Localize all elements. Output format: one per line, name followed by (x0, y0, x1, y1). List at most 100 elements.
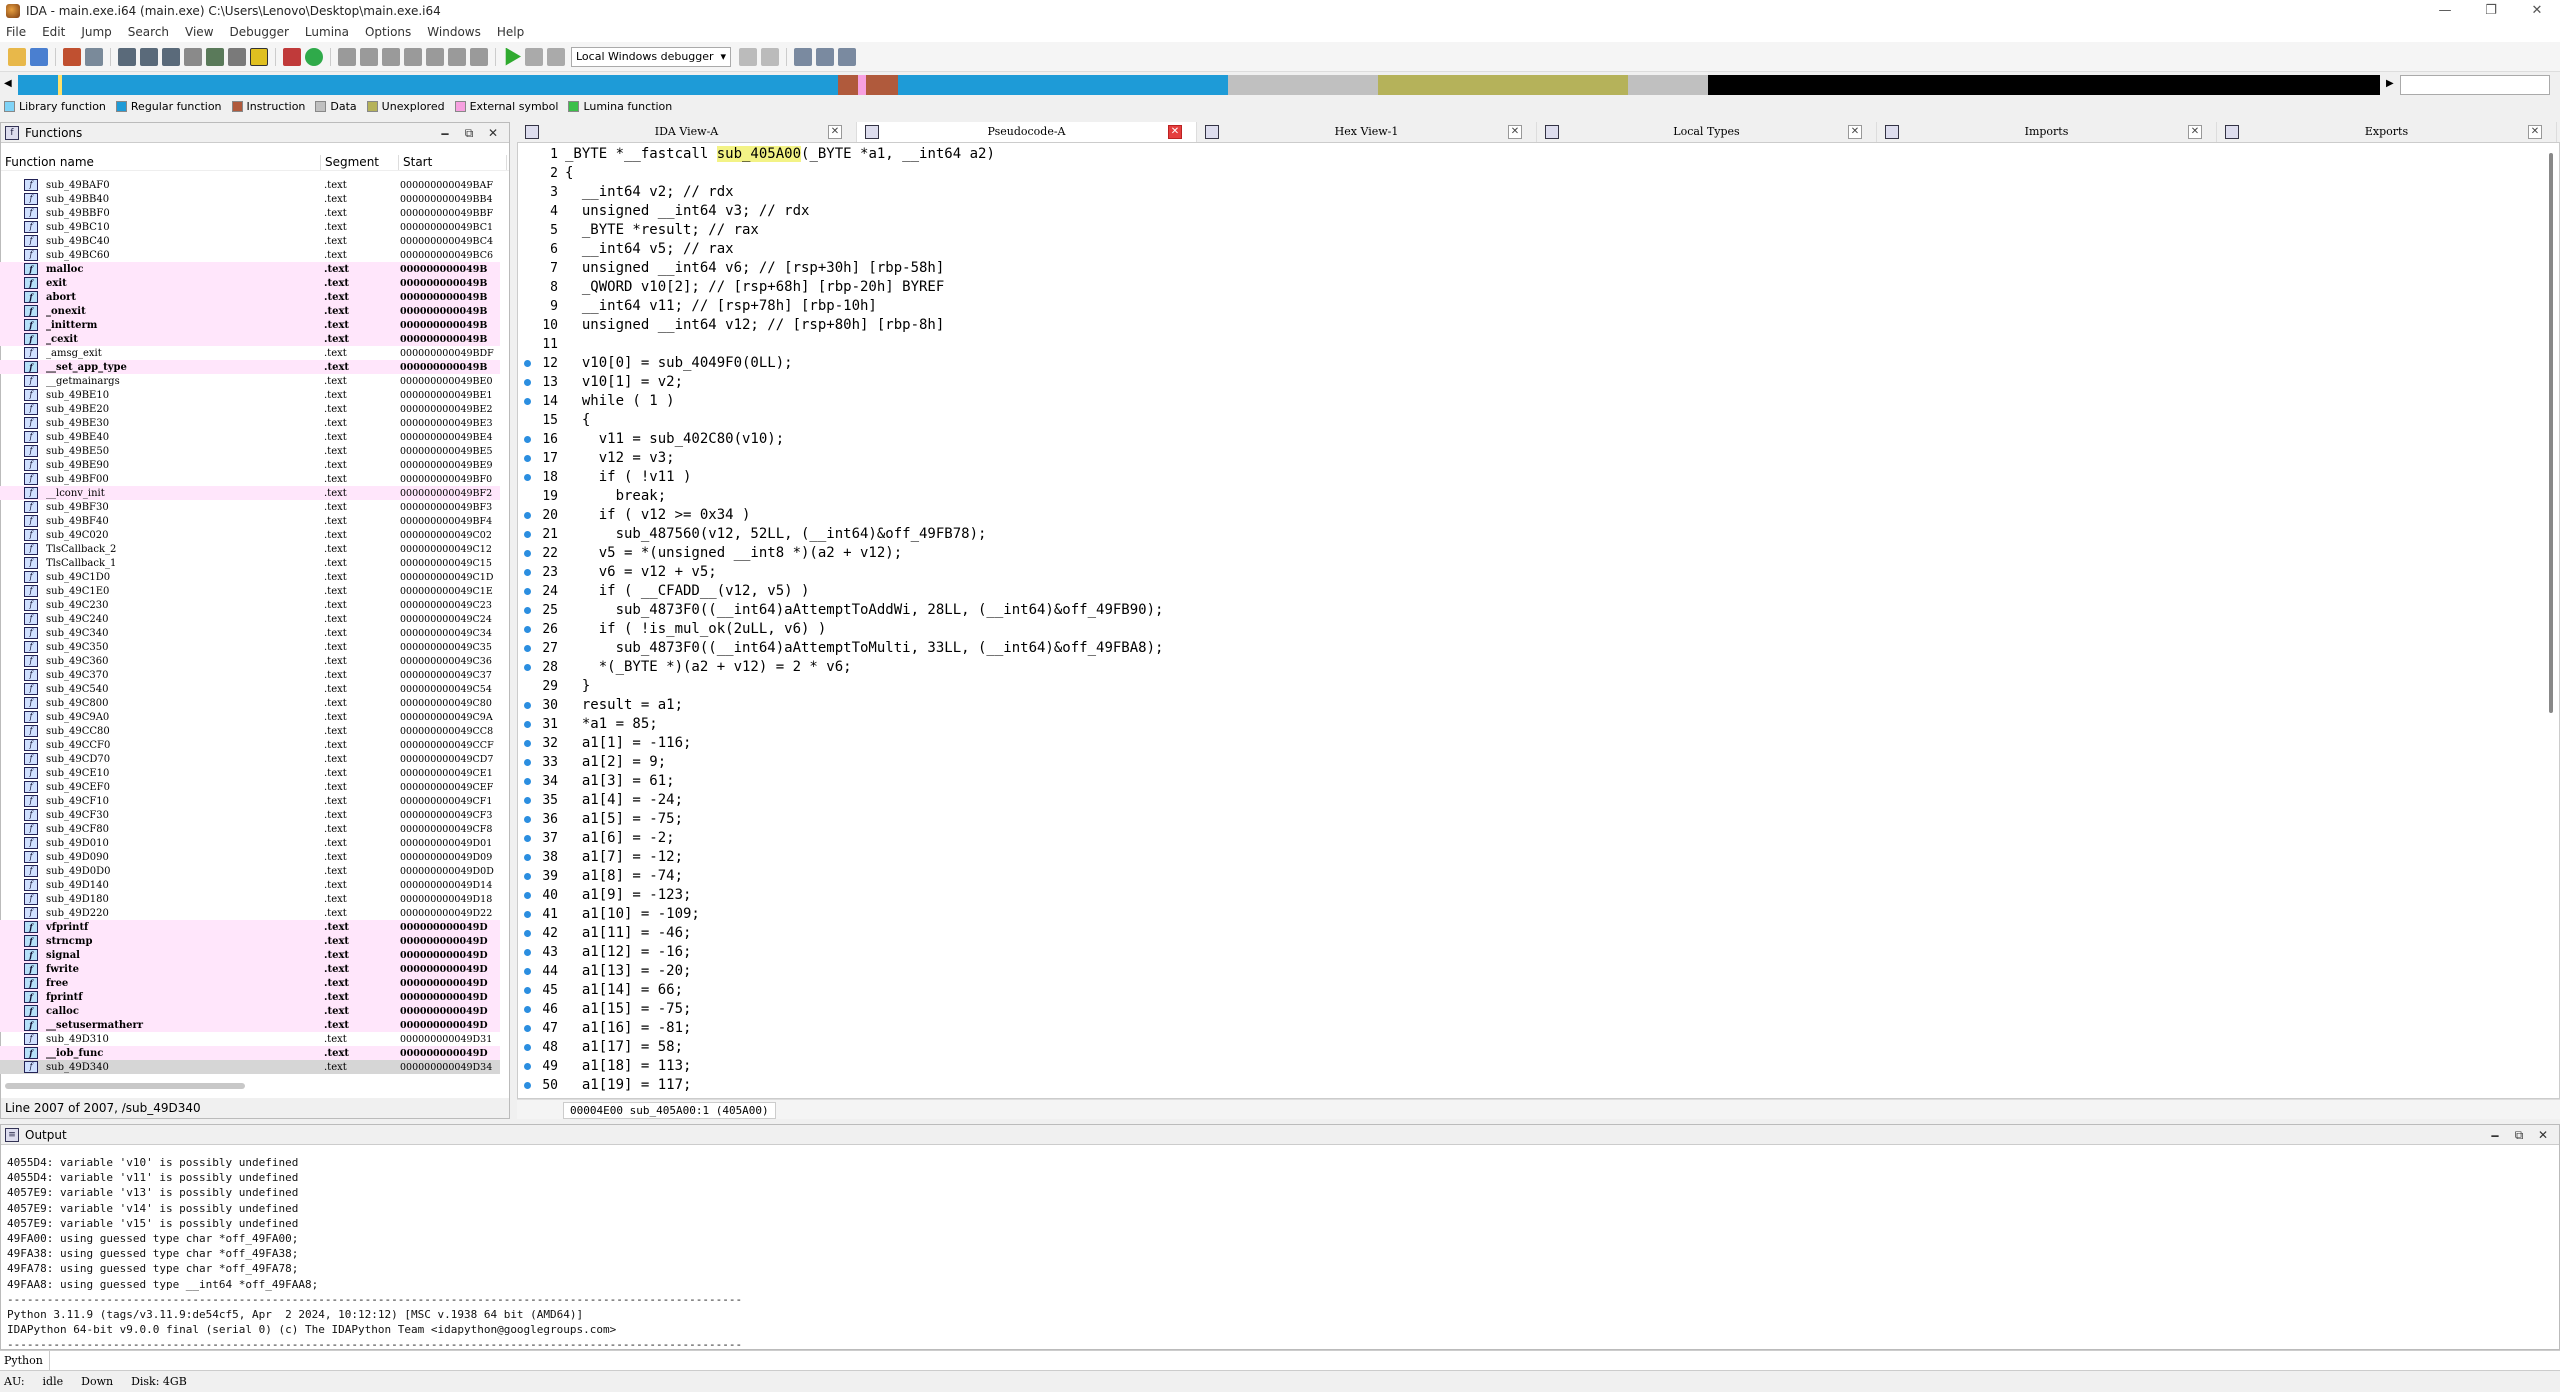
menu-lumina[interactable]: Lumina (305, 25, 349, 39)
function-row[interactable]: fsub_49C1D0.text000000000049C1D (0, 570, 500, 584)
forward-arrow-icon[interactable] (85, 48, 103, 66)
code-line[interactable]: 1_BYTE *__fastcall sub_405A00(_BYTE *a1,… (518, 145, 2528, 164)
function-row[interactable]: f__getmainargs.text000000000049BE0 (0, 374, 500, 388)
minimize-panel-icon[interactable]: 🗕 (433, 123, 457, 143)
nav-left-arrow-icon[interactable]: ◀ (4, 78, 12, 89)
close-tab-icon[interactable]: ✕ (2528, 125, 2542, 139)
close-panel-icon[interactable]: ✕ (481, 123, 505, 143)
function-row[interactable]: fsub_49BF40.text000000000049BF4 (0, 514, 500, 528)
column-segment[interactable]: Segment (321, 155, 399, 170)
code-line[interactable]: 31 *a1 = 85; (518, 715, 2528, 734)
function-row[interactable]: fsub_49C540.text000000000049C54 (0, 682, 500, 696)
close-window-button[interactable]: ✕ (2514, 0, 2560, 22)
graph-icon[interactable] (283, 48, 301, 66)
code-line[interactable]: 36 a1[5] = -75; (518, 810, 2528, 829)
code-line[interactable]: 6 __int64 v5; // rax (518, 240, 2528, 259)
navigation-strip[interactable] (18, 75, 2380, 95)
function-row[interactable]: fsub_49BB40.text000000000049BB4 (0, 192, 500, 206)
code-line[interactable]: 50 a1[19] = 117; (518, 1076, 2528, 1095)
function-row[interactable]: fsub_49BF00.text000000000049BF0 (0, 472, 500, 486)
function-row[interactable]: fsub_49D090.text000000000049D09 (0, 850, 500, 864)
function-row[interactable]: fsub_49D180.text000000000049D18 (0, 892, 500, 906)
trace-icon[interactable] (816, 48, 834, 66)
code-line[interactable]: 17 v12 = v3; (518, 449, 2528, 468)
function-row[interactable]: fsub_49C1E0.text000000000049C1E (0, 584, 500, 598)
code-line[interactable]: 48 a1[17] = 58; (518, 1038, 2528, 1057)
function-row[interactable]: fsub_49D310.text000000000049D31 (0, 1032, 500, 1046)
code-line[interactable]: 49 a1[18] = 113; (518, 1057, 2528, 1076)
code-line[interactable]: 38 a1[7] = -12; (518, 848, 2528, 867)
function-row[interactable]: fstrncmp.text000000000049D (0, 934, 500, 948)
close-output-icon[interactable]: ✕ (2531, 1125, 2555, 1145)
function-row[interactable]: fsub_49C800.text000000000049C80 (0, 696, 500, 710)
function-row[interactable]: fsub_49C020.text000000000049C02 (0, 528, 500, 542)
pseudocode-scrollbar[interactable] (2549, 153, 2553, 713)
code-line[interactable]: 35 a1[4] = -24; (518, 791, 2528, 810)
function-row[interactable]: fsub_49BC60.text000000000049BC6 (0, 248, 500, 262)
close-tab-icon[interactable]: ✕ (1168, 125, 1182, 139)
close-tab-icon[interactable]: ✕ (828, 125, 842, 139)
function-row[interactable]: fsub_49BAF0.text000000000049BAF (0, 178, 500, 192)
function-row[interactable]: fsub_49BE90.text000000000049BE9 (0, 458, 500, 472)
function-row[interactable]: fsub_49CF10.text000000000049CF1 (0, 794, 500, 808)
function-row[interactable]: f__lconv_init.text000000000049BF2 (0, 486, 500, 500)
menu-help[interactable]: Help (497, 25, 524, 39)
code-line[interactable]: 26 if ( !is_mul_ok(2uLL, v6) ) (518, 620, 2528, 639)
save-icon[interactable] (30, 48, 48, 66)
debugger-select[interactable]: Local Windows debugger (571, 47, 731, 67)
code-line[interactable]: 16 v11 = sub_402C80(v10); (518, 430, 2528, 449)
jump-icon[interactable] (206, 48, 224, 66)
debugger-options-icon[interactable] (739, 48, 757, 66)
code-line[interactable]: 41 a1[10] = -109; (518, 905, 2528, 924)
maximize-button[interactable]: ❐ (2468, 0, 2514, 22)
find-next-icon[interactable] (184, 48, 202, 66)
function-row[interactable]: fsub_49BE50.text000000000049BE5 (0, 444, 500, 458)
function-row[interactable]: fsub_49D140.text000000000049D14 (0, 878, 500, 892)
function-row[interactable]: fsub_49C240.text000000000049C24 (0, 612, 500, 626)
functions-horizontal-scrollbar[interactable] (5, 1083, 245, 1089)
function-row[interactable]: fsub_49C9A0.text000000000049C9A (0, 710, 500, 724)
function-row[interactable]: fsub_49CCF0.text000000000049CCF (0, 738, 500, 752)
data-icon[interactable] (360, 48, 378, 66)
text-search-icon[interactable] (140, 48, 158, 66)
function-row[interactable]: fsub_49D010.text000000000049D01 (0, 836, 500, 850)
code-line[interactable]: 30 result = a1; (518, 696, 2528, 715)
function-row[interactable]: f_initterm.text000000000049B (0, 318, 500, 332)
nav-segment-select[interactable] (2400, 75, 2550, 95)
function-row[interactable]: fsub_49CC80.text000000000049CC8 (0, 724, 500, 738)
function-row[interactable]: fsub_49C230.text000000000049C23 (0, 598, 500, 612)
start-debug-icon[interactable] (503, 48, 521, 66)
function-row[interactable]: fsub_49CE10.text000000000049CE1 (0, 766, 500, 780)
code-line[interactable]: 45 a1[14] = 66; (518, 981, 2528, 1000)
code-line[interactable]: 25 sub_4873F0((__int64)aAttemptToAddWi, … (518, 601, 2528, 620)
code-line[interactable]: 39 a1[8] = -74; (518, 867, 2528, 886)
code-line[interactable]: 27 sub_4873F0((__int64)aAttemptToMulti, … (518, 639, 2528, 658)
function-row[interactable]: f_cexit.text000000000049B (0, 332, 500, 346)
tab-local-types[interactable]: Local Types✕ (1537, 122, 1877, 142)
highlighted-identifier[interactable]: sub_405A00 (717, 146, 801, 162)
function-row[interactable]: fmalloc.text000000000049B (0, 262, 500, 276)
function-row[interactable]: fexit.text000000000049B (0, 276, 500, 290)
back-arrow-icon[interactable] (63, 48, 81, 66)
function-row[interactable]: ffwrite.text000000000049D (0, 962, 500, 976)
python-command-input[interactable] (50, 1351, 2560, 1370)
function-row[interactable]: fsub_49CD70.text000000000049CD7 (0, 752, 500, 766)
python-language-button[interactable]: Python (0, 1351, 50, 1370)
code-line[interactable]: 14 while ( 1 ) (518, 392, 2528, 411)
undefine-icon[interactable] (426, 48, 444, 66)
code-line[interactable]: 13 v10[1] = v2; (518, 373, 2528, 392)
function-row[interactable]: fsub_49C370.text000000000049C37 (0, 668, 500, 682)
code-line[interactable]: 9 __int64 v11; // [rsp+78h] [rbp-10h] (518, 297, 2528, 316)
tab-ida-view[interactable]: IDA View-A✕ (517, 122, 857, 142)
close-tab-icon[interactable]: ✕ (2188, 125, 2202, 139)
pause-icon[interactable] (525, 48, 543, 66)
struct-icon[interactable] (448, 48, 466, 66)
code-line[interactable]: 32 a1[1] = -116; (518, 734, 2528, 753)
function-row[interactable]: fsub_49BE30.text000000000049BE3 (0, 416, 500, 430)
threads-icon[interactable] (838, 48, 856, 66)
attach-icon[interactable] (761, 48, 779, 66)
menu-options[interactable]: Options (365, 25, 411, 39)
text-mode-icon[interactable] (250, 48, 268, 66)
function-row[interactable]: f_onexit.text000000000049B (0, 304, 500, 318)
stop-icon[interactable] (547, 48, 565, 66)
